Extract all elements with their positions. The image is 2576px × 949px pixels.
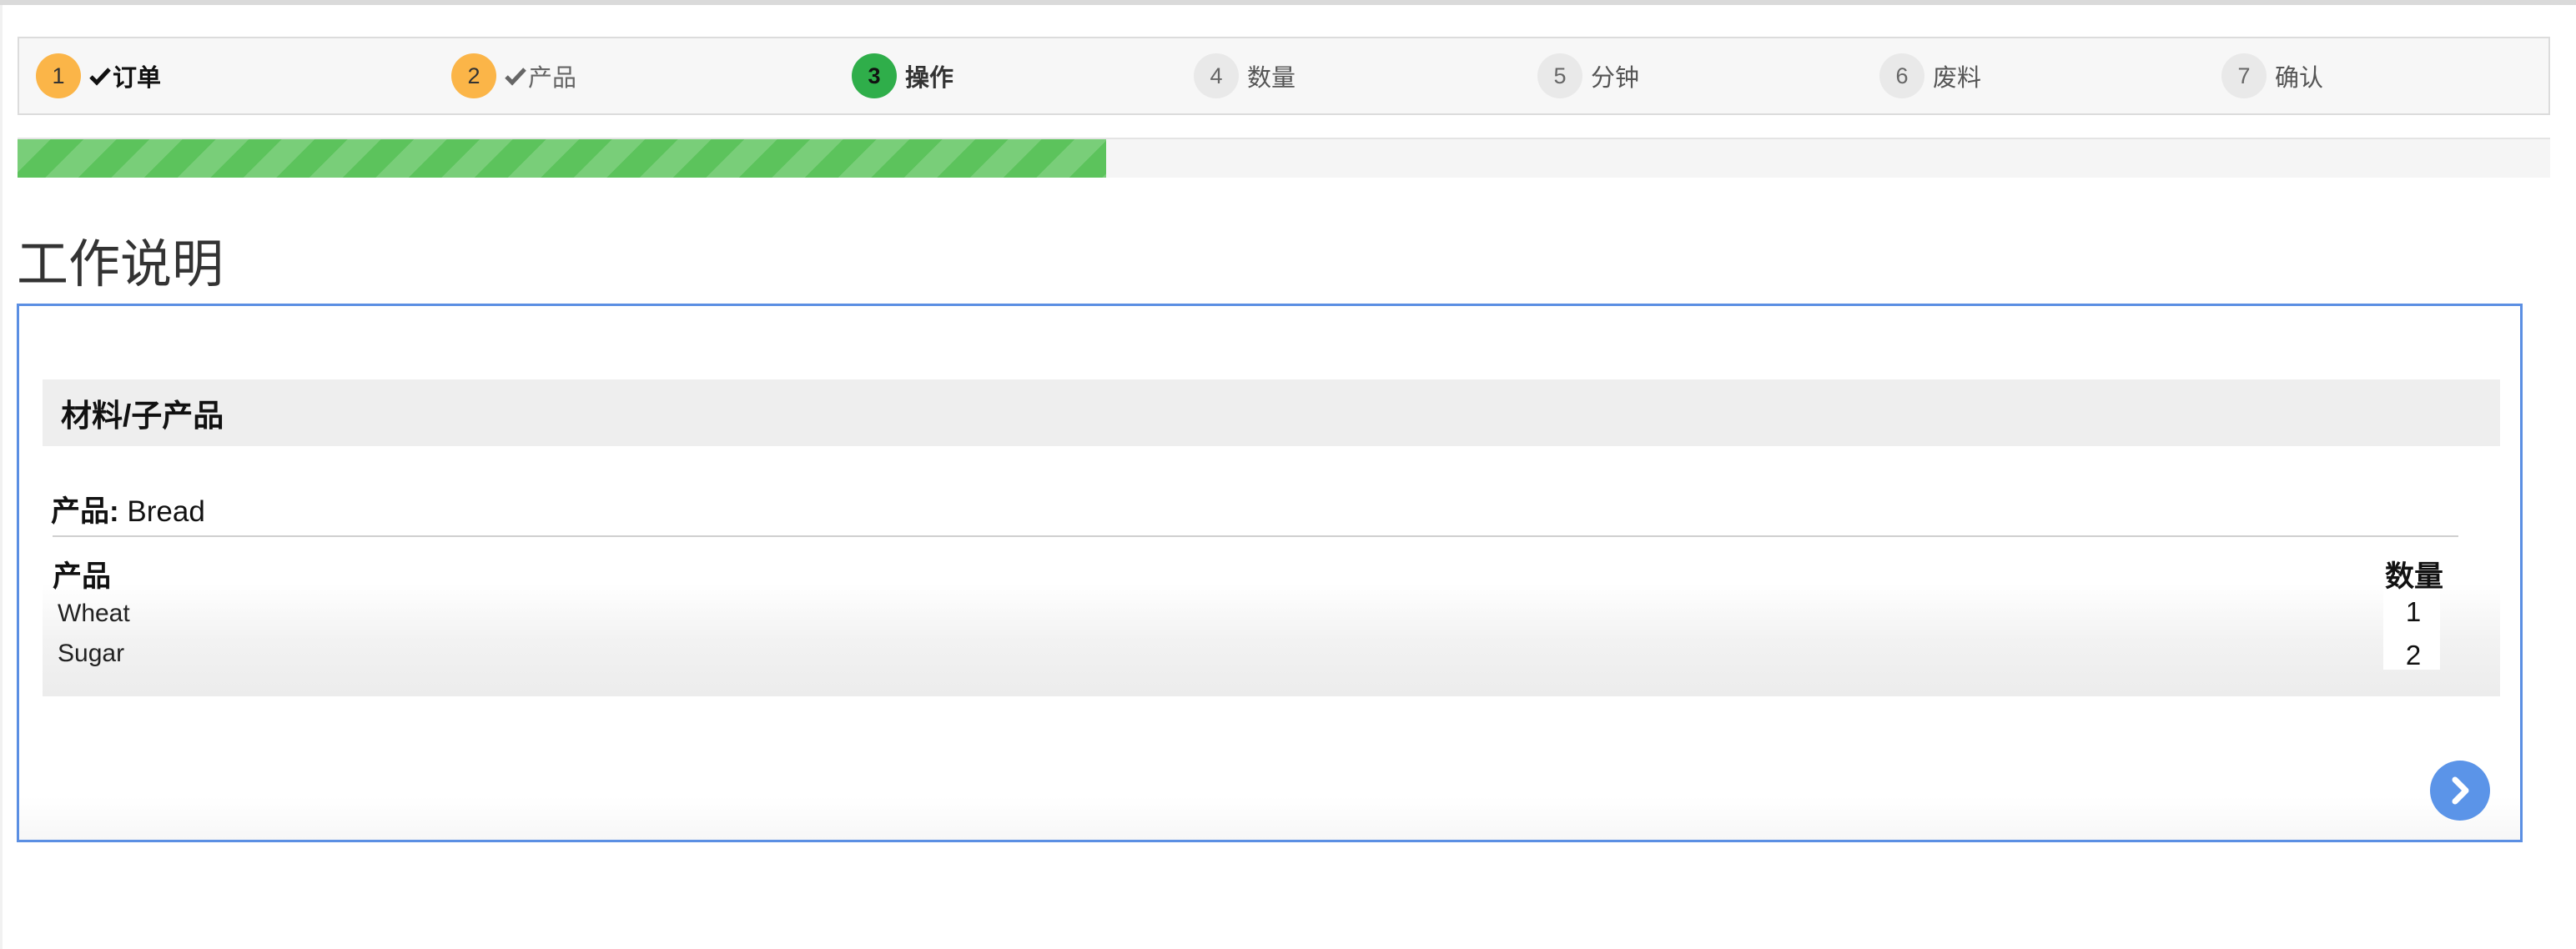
step-confirm[interactable]: 7 确认 [2221, 38, 2323, 113]
step-number: 7 [2221, 53, 2267, 98]
step-label: 数量 [1247, 65, 1296, 92]
step-quantity[interactable]: 4 数量 [1194, 38, 1296, 113]
check-icon [89, 65, 111, 87]
progress-bar [18, 138, 2550, 178]
page-title: 工作说明 [17, 236, 224, 294]
table-row-name: Sugar [58, 640, 125, 667]
step-product[interactable]: 2 产品 [451, 38, 576, 113]
section-title: 材料/子产品 [61, 399, 224, 433]
step-label: 订单 [113, 65, 162, 92]
step-number: 5 [1537, 53, 1582, 98]
step-label: 产品 [528, 65, 577, 92]
step-scrap[interactable]: 6 废料 [1879, 38, 1981, 113]
next-button[interactable] [2430, 761, 2490, 821]
product-label: 产品: [51, 495, 119, 528]
step-number: 1 [36, 53, 81, 98]
step-number: 6 [1879, 53, 1924, 98]
work-instructions-panel: 材料/子产品 产品: Bread 产品 数量 Wheat 1 Sugar 2 [17, 304, 2523, 842]
table-row-qty: 1 [2405, 596, 2422, 627]
wizard-stepper: 1 订单 2 产品 3 操作 4 数量 5 分钟 6 废料 7 确认 [18, 37, 2550, 115]
table-row-qty: 2 [2405, 640, 2422, 670]
step-label: 操作 [905, 65, 954, 92]
step-number: 4 [1194, 53, 1239, 98]
progress-fill [18, 139, 1107, 178]
panel-footer [19, 696, 2520, 840]
top-border [0, 0, 2576, 5]
step-label: 分钟 [1591, 65, 1640, 92]
step-label: 废料 [1933, 65, 1982, 92]
materials-body: 产品: Bread 产品 数量 Wheat 1 Sugar 2 [43, 446, 2500, 696]
step-number: 2 [451, 53, 496, 98]
divider [53, 535, 2458, 537]
chevron-right-icon [2452, 776, 2469, 805]
product-value: Bread [127, 495, 205, 528]
table-row-name: Wheat [58, 600, 130, 627]
step-label: 确认 [2275, 65, 2324, 92]
step-order[interactable]: 1 订单 [36, 38, 161, 113]
check-icon [505, 65, 526, 87]
step-operation[interactable]: 3 操作 [852, 38, 953, 113]
left-edge [0, 5, 3, 949]
column-header-product: 产品 [53, 560, 112, 593]
product-line: 产品: Bread [51, 488, 205, 530]
step-number: 3 [852, 53, 897, 98]
materials-header: 材料/子产品 [43, 379, 2500, 446]
step-minutes[interactable]: 5 分钟 [1537, 38, 1639, 113]
column-header-quantity: 数量 [2385, 560, 2444, 593]
